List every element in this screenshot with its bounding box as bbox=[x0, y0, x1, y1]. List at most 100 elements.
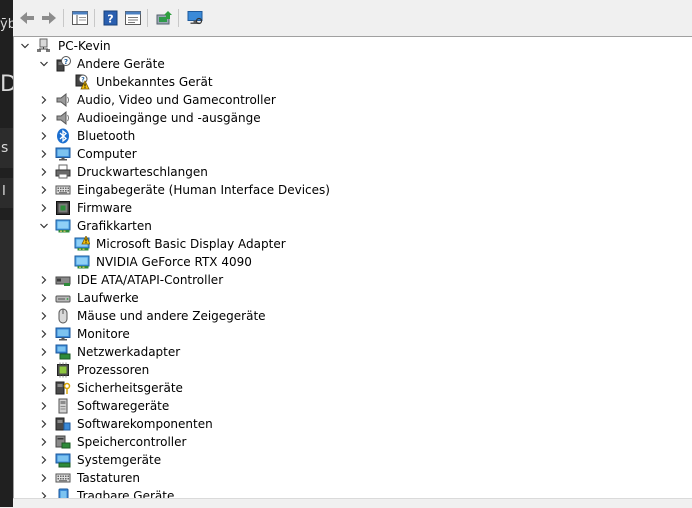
chevron-right-icon[interactable] bbox=[36, 200, 52, 216]
scan-hardware-icon bbox=[187, 11, 203, 25]
display-adapter-icon bbox=[55, 218, 71, 234]
properties-button[interactable] bbox=[123, 8, 143, 28]
tree-row-label: Monitore bbox=[77, 327, 130, 341]
tree-row[interactable]: IDE ATA/ATAPI-Controller bbox=[14, 271, 692, 289]
mouse-icon bbox=[55, 308, 71, 324]
toolbar-separator bbox=[178, 9, 179, 27]
warning-device-icon: ? bbox=[74, 74, 90, 90]
tree-row[interactable]: Tastaturen bbox=[14, 469, 692, 487]
svg-text:?: ? bbox=[64, 58, 68, 66]
help-button[interactable]: ? bbox=[101, 8, 121, 28]
chevron-right-icon[interactable] bbox=[36, 398, 52, 414]
svg-text:?: ? bbox=[107, 13, 113, 26]
tree-row-label: Laufwerke bbox=[77, 291, 139, 305]
tree-row[interactable]: Mäuse und andere Zeigegeräte bbox=[14, 307, 692, 325]
tree-row[interactable]: Systemgeräte bbox=[14, 451, 692, 469]
show-hide-console-tree-button[interactable] bbox=[70, 8, 90, 28]
tree-row[interactable]: Softwarekomponenten bbox=[14, 415, 692, 433]
chevron-right-icon[interactable] bbox=[36, 452, 52, 468]
tree-row-label: Computer bbox=[77, 147, 137, 161]
chevron-right-icon[interactable] bbox=[36, 416, 52, 432]
tree-row-label: Firmware bbox=[77, 201, 132, 215]
toolbar-separator bbox=[147, 9, 148, 27]
arrow-right-icon bbox=[42, 12, 56, 24]
tree-row-label: Systemgeräte bbox=[77, 453, 162, 467]
chevron-right-icon[interactable] bbox=[36, 326, 52, 342]
scan-hardware-button[interactable] bbox=[185, 8, 205, 28]
update-driver-button[interactable] bbox=[154, 8, 174, 28]
device-tree[interactable]: PC-Kevin? Andere Geräte? Unbekanntes Gerät… bbox=[13, 36, 692, 499]
tree-row-label: Tastaturen bbox=[77, 471, 140, 485]
storage-controller-icon bbox=[55, 434, 71, 450]
chevron-right-icon[interactable] bbox=[36, 470, 52, 486]
tree-row-label: Microsoft Basic Display Adapter bbox=[96, 237, 286, 251]
tree-row-label: Unbekanntes Gerät bbox=[96, 75, 213, 89]
tree-row[interactable]: Microsoft Basic Display Adapter bbox=[14, 235, 692, 253]
chevron-right-icon[interactable] bbox=[36, 146, 52, 162]
chevron-down-icon[interactable] bbox=[36, 218, 52, 234]
chevron-down-icon[interactable] bbox=[36, 56, 52, 72]
software-component-icon bbox=[55, 416, 71, 432]
tree-row[interactable]: Prozessoren bbox=[14, 361, 692, 379]
tree-row-label: PC-Kevin bbox=[58, 39, 111, 53]
tree-row[interactable]: Eingabegeräte (Human Interface Devices) bbox=[14, 181, 692, 199]
tree-row[interactable]: Druckwarteschlangen bbox=[14, 163, 692, 181]
tree-row[interactable]: Audio, Video und Gamecontroller bbox=[14, 91, 692, 109]
chevron-right-icon[interactable] bbox=[36, 308, 52, 324]
tree-row[interactable]: Laufwerke bbox=[14, 289, 692, 307]
chevron-right-icon[interactable] bbox=[36, 182, 52, 198]
tree-row[interactable]: Sicherheitsgeräte bbox=[14, 379, 692, 397]
tree-row-label: Druckwarteschlangen bbox=[77, 165, 208, 179]
drive-icon bbox=[55, 290, 71, 306]
tree-row-label: Audioeingänge und -ausgänge bbox=[77, 111, 261, 125]
printer-icon bbox=[55, 164, 71, 180]
keyboard-icon bbox=[55, 182, 71, 198]
back-button[interactable] bbox=[17, 8, 37, 28]
tree-row[interactable]: Firmware bbox=[14, 199, 692, 217]
tree-row[interactable]: ? Andere Geräte bbox=[14, 55, 692, 73]
tree-row[interactable]: Grafikkarten bbox=[14, 217, 692, 235]
chevron-down-icon[interactable] bbox=[17, 38, 33, 54]
chevron-right-icon[interactable] bbox=[36, 164, 52, 180]
unknown-device-icon: ? bbox=[55, 56, 71, 72]
forward-button[interactable] bbox=[39, 8, 59, 28]
monitor-icon bbox=[55, 146, 71, 162]
chevron-right-icon[interactable] bbox=[36, 290, 52, 306]
toolbar: ? bbox=[13, 0, 692, 37]
tree-row[interactable]: Softwaregeräte bbox=[14, 397, 692, 415]
monitor-icon bbox=[55, 326, 71, 342]
computer-tree-icon bbox=[36, 38, 52, 54]
tree-row-label: Andere Geräte bbox=[77, 57, 165, 71]
console-tree-icon bbox=[72, 11, 88, 25]
arrow-left-icon bbox=[20, 12, 34, 24]
background-text-fragment: I bbox=[2, 184, 6, 199]
chevron-right-icon[interactable] bbox=[36, 92, 52, 108]
tree-row[interactable]: ? Unbekanntes Gerät bbox=[14, 73, 692, 91]
chevron-right-icon[interactable] bbox=[36, 272, 52, 288]
bluetooth-icon bbox=[55, 128, 71, 144]
tree-row[interactable]: Computer bbox=[14, 145, 692, 163]
chevron-right-icon[interactable] bbox=[36, 344, 52, 360]
system-device-icon bbox=[55, 452, 71, 468]
chevron-right-icon[interactable] bbox=[36, 380, 52, 396]
help-icon: ? bbox=[103, 10, 118, 26]
tree-row[interactable]: Speichercontroller bbox=[14, 433, 692, 451]
properties-icon bbox=[125, 11, 141, 25]
tree-row[interactable]: Netzwerkadapter bbox=[14, 343, 692, 361]
tree-row-label: Speichercontroller bbox=[77, 435, 187, 449]
speaker-icon bbox=[55, 110, 71, 126]
tree-row-label: Eingabegeräte (Human Interface Devices) bbox=[77, 183, 330, 197]
tree-row[interactable]: Bluetooth bbox=[14, 127, 692, 145]
tree-row-label: Audio, Video und Gamecontroller bbox=[77, 93, 276, 107]
tree-row-label: Bluetooth bbox=[77, 129, 136, 143]
tree-row[interactable]: Monitore bbox=[14, 325, 692, 343]
chevron-right-icon[interactable] bbox=[36, 362, 52, 378]
chevron-right-icon[interactable] bbox=[36, 128, 52, 144]
tree-row-label: Netzwerkadapter bbox=[77, 345, 181, 359]
chevron-right-icon[interactable] bbox=[36, 110, 52, 126]
tree-row[interactable]: Audioeingänge und -ausgänge bbox=[14, 109, 692, 127]
tree-row[interactable]: PC-Kevin bbox=[14, 37, 692, 55]
chevron-right-icon[interactable] bbox=[36, 434, 52, 450]
tree-row[interactable]: NVIDIA GeForce RTX 4090 bbox=[14, 253, 692, 271]
background-text-fragment: ȳb bbox=[0, 17, 13, 32]
